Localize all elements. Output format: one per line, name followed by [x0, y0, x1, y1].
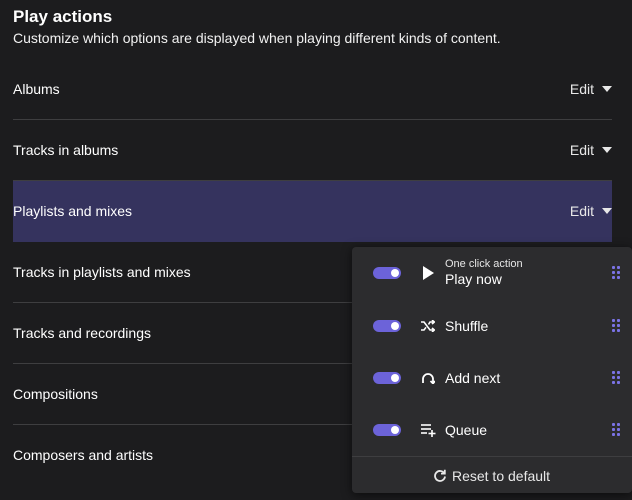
reset-icon: [434, 469, 446, 482]
edit-label: Edit: [569, 142, 594, 158]
action-text: Queue: [445, 422, 487, 439]
one-click-action-label: One click action: [445, 258, 523, 270]
action-item-shuffle: Shuffle: [352, 306, 632, 346]
row-playlists-and-mixes: Playlists and mixes Edit: [13, 181, 612, 242]
add-next-toggle[interactable]: [373, 372, 401, 384]
drag-handle-icon[interactable]: [612, 371, 620, 385]
edit-dropdown-tracks-in-albums[interactable]: Edit: [570, 120, 612, 180]
action-item-play-now: One click action Play now: [352, 253, 632, 293]
toggle-knob: [391, 322, 399, 330]
row-label: Playlists and mixes: [13, 203, 133, 219]
action-text: Add next: [445, 370, 500, 387]
header: Play actions Customize which options are…: [13, 6, 501, 47]
row-label: Albums: [13, 81, 60, 97]
drag-handle-icon[interactable]: [612, 319, 620, 333]
page-subtitle: Customize which options are displayed wh…: [13, 30, 501, 46]
play-now-toggle[interactable]: [373, 267, 401, 279]
edit-label: Edit: [569, 203, 594, 219]
edit-dropdown-playlists-and-mixes[interactable]: Edit: [570, 181, 612, 241]
play-icon: [418, 263, 438, 283]
add-next-icon: [418, 368, 438, 388]
row-label: Tracks in playlists and mixes: [13, 264, 191, 280]
queue-icon: [418, 420, 438, 440]
caret-down-icon: [602, 208, 612, 214]
edit-dropdown-albums[interactable]: Edit: [570, 59, 612, 119]
row-label: Tracks in albums: [13, 142, 119, 158]
drag-handle-icon[interactable]: [612, 266, 620, 280]
reset-label: Reset to default: [451, 467, 551, 484]
action-item-queue: Queue: [352, 410, 632, 450]
action-label: Shuffle: [445, 317, 489, 334]
action-label: Play now: [445, 271, 502, 287]
play-actions-page: Play actions Customize which options are…: [0, 0, 632, 500]
action-label: Queue: [445, 421, 488, 438]
row-label: Composers and artists: [13, 447, 154, 463]
play-actions-dropdown: One click action Play now Shuffle Add ne…: [352, 247, 632, 493]
toggle-knob: [391, 374, 399, 382]
toggle-knob: [391, 269, 399, 277]
action-item-add-next: Add next: [352, 358, 632, 398]
caret-down-icon: [602, 147, 612, 153]
row-albums: Albums Edit: [13, 59, 612, 120]
row-label: Compositions: [13, 386, 98, 402]
reset-to-default-button[interactable]: Reset to default: [434, 468, 550, 484]
row-label: Tracks and recordings: [13, 325, 151, 341]
edit-label: Edit: [569, 81, 594, 97]
action-text: One click action Play now: [445, 258, 523, 288]
shuffle-toggle[interactable]: [373, 320, 401, 332]
action-text: Shuffle: [445, 318, 488, 335]
queue-toggle[interactable]: [373, 424, 401, 436]
action-label: Add next: [445, 369, 501, 386]
page-title: Play actions: [13, 7, 113, 26]
row-tracks-in-albums: Tracks in albums Edit: [13, 120, 612, 181]
toggle-knob: [391, 426, 399, 434]
caret-down-icon: [602, 86, 612, 92]
shuffle-icon: [418, 316, 438, 336]
reset-footer: Reset to default: [352, 456, 632, 494]
drag-handle-icon[interactable]: [612, 423, 620, 437]
